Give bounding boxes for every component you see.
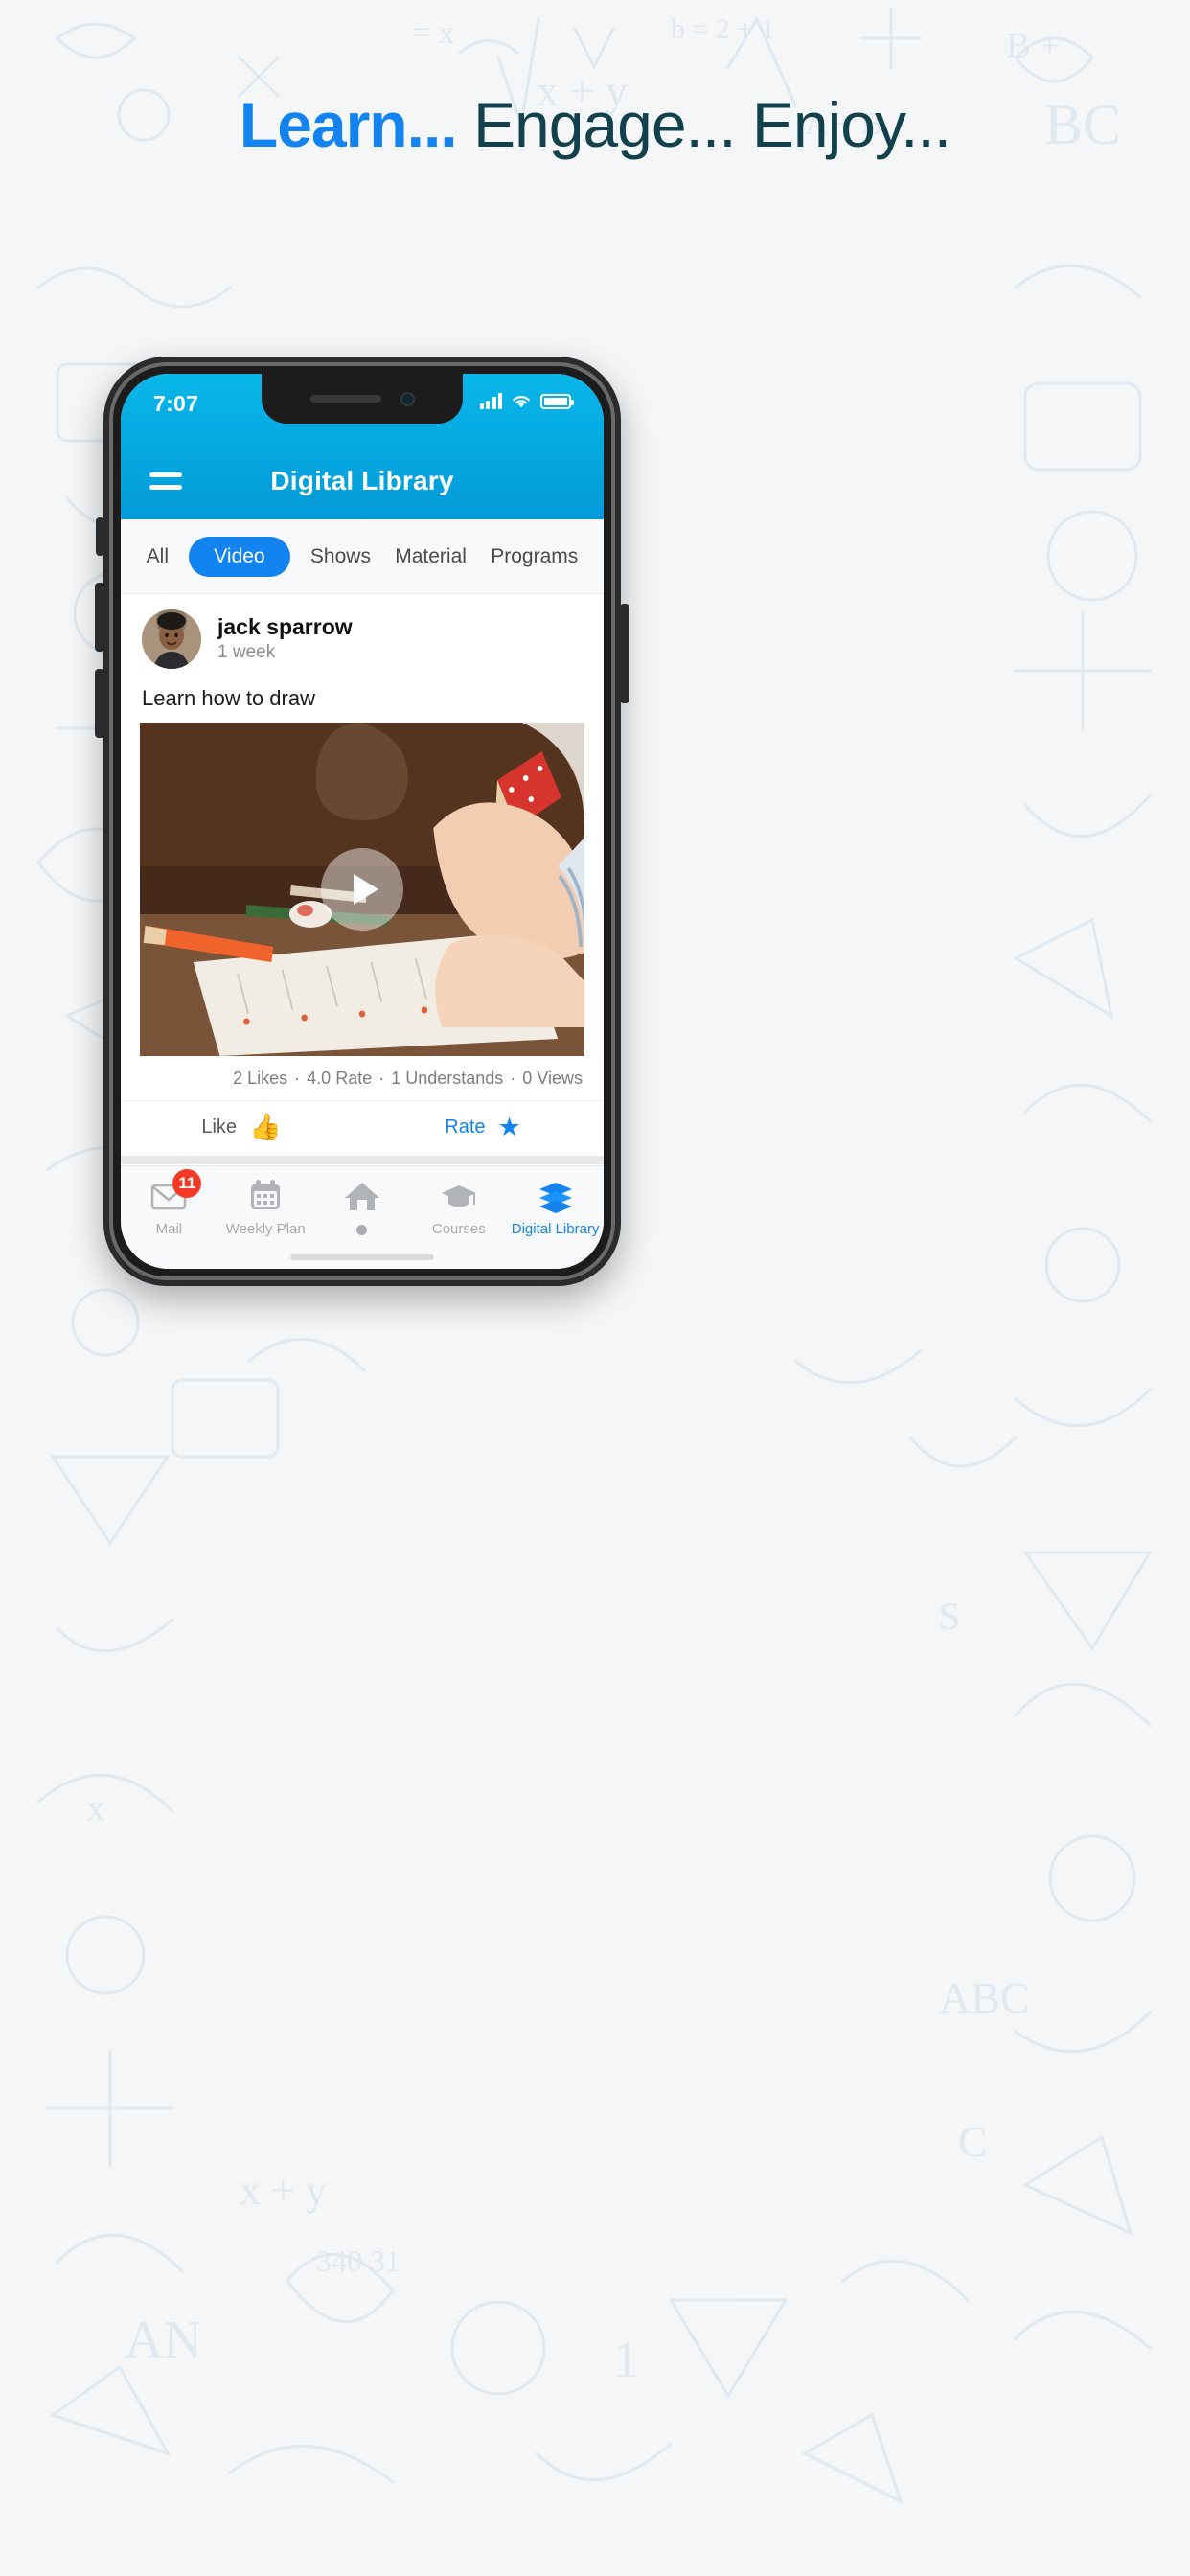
- phone-power-button: [620, 604, 629, 703]
- home-indicator: [290, 1254, 434, 1260]
- phone-notch: [262, 374, 463, 424]
- stat-separator: ·: [294, 1069, 301, 1088]
- headline-rest-text: Engage... Enjoy...: [456, 89, 951, 160]
- stat-separator: ·: [378, 1069, 385, 1088]
- nav-label-courses: Courses: [431, 1221, 486, 1237]
- svg-text:b = 2 + 1: b = 2 + 1: [671, 13, 775, 45]
- star-icon: ★: [497, 1113, 521, 1141]
- post-actions: Like 👍 Rate ★: [121, 1100, 604, 1156]
- nav-label-mail: Mail: [155, 1221, 183, 1237]
- phone-volume-up-button: [95, 583, 104, 652]
- filter-tabs: All Video Shows Material Programs: [121, 519, 604, 594]
- hamburger-menu-icon[interactable]: [149, 472, 182, 490]
- svg-text:AN: AN: [125, 2311, 202, 2370]
- svg-text:340 31: 340 31: [316, 2243, 400, 2278]
- thumbs-up-icon: 👍: [249, 1113, 282, 1141]
- stat-separator: ·: [510, 1069, 516, 1088]
- phone-volume-down-button: [95, 669, 104, 738]
- nav-item-weekly-plan[interactable]: Weekly Plan: [217, 1178, 314, 1237]
- stat-likes: 2 Likes: [233, 1069, 288, 1088]
- svg-text:ABC: ABC: [939, 1973, 1030, 2022]
- phone-mute-switch: [96, 518, 104, 556]
- tab-programs[interactable]: Programs: [487, 537, 582, 577]
- stat-rate: 4.0 Rate: [307, 1069, 373, 1088]
- rate-label: Rate: [445, 1116, 486, 1138]
- hero-headline: Learn... Engage... Enjoy...: [0, 88, 1190, 161]
- signal-bars-icon: [479, 393, 502, 409]
- earpiece-speaker: [309, 395, 381, 402]
- books-icon: [537, 1178, 575, 1214]
- post-stats: 2 Likes · 4.0 Rate · 1 Understands · 0 Views: [121, 1056, 604, 1100]
- tab-all[interactable]: All: [143, 537, 172, 577]
- stat-views: 0 Views: [522, 1069, 583, 1088]
- nav-label-digital-library: Digital Library: [511, 1221, 600, 1237]
- status-time: 7:07: [153, 391, 199, 416]
- nav-item-mail[interactable]: 11 Mail: [121, 1169, 217, 1237]
- post-header: jack sparrow 1 week: [121, 594, 604, 678]
- post-feed[interactable]: jack sparrow 1 week Learn how to draw 2 …: [121, 594, 604, 1165]
- svg-text:S: S: [939, 1595, 960, 1638]
- phone-screen: 7:07 Digital Library All Video Shows Mat…: [121, 374, 604, 1269]
- post-timestamp: 1 week: [217, 642, 276, 663]
- play-icon[interactable]: [321, 848, 403, 931]
- calendar-icon: [246, 1178, 285, 1214]
- nav-label-weekly-plan: Weekly Plan: [225, 1221, 306, 1237]
- app-header: Digital Library: [121, 443, 604, 519]
- mail-badge: 11: [172, 1169, 202, 1198]
- nav-item-home[interactable]: [314, 1178, 411, 1235]
- page-title: Digital Library: [270, 466, 454, 495]
- post-card: Tom Friedman 1 week Nations History.: [121, 1164, 604, 1165]
- wifi-icon: [513, 396, 530, 408]
- post-header: Tom Friedman 1 week: [121, 1164, 604, 1165]
- status-icons: [479, 393, 574, 409]
- phone-inner-frame: 7:07 Digital Library All Video Shows Mat…: [113, 366, 611, 1276]
- svg-text:B +: B +: [1006, 26, 1060, 66]
- graduation-cap-icon: [440, 1178, 478, 1214]
- status-bar: 7:07: [121, 374, 604, 443]
- home-active-dot: [356, 1225, 368, 1235]
- tab-shows[interactable]: Shows: [307, 537, 375, 577]
- svg-text:= x: = x: [412, 15, 455, 51]
- tab-material[interactable]: Material: [391, 537, 470, 577]
- svg-text:C: C: [958, 2117, 988, 2166]
- battery-icon: [540, 393, 574, 409]
- svg-text:x: x: [86, 1786, 105, 1829]
- mail-icon: 11: [149, 1169, 202, 1214]
- tab-video[interactable]: Video: [189, 536, 290, 577]
- svg-text:x + y: x + y: [240, 2167, 327, 2214]
- like-button[interactable]: Like 👍: [121, 1115, 362, 1140]
- like-label: Like: [201, 1116, 238, 1138]
- video-thumbnail[interactable]: [140, 723, 584, 1056]
- post-caption: Learn how to draw: [142, 686, 315, 710]
- svg-text:1: 1: [613, 2331, 639, 2388]
- post-author-name: jack sparrow: [217, 614, 353, 640]
- rate-button[interactable]: Rate ★: [362, 1115, 604, 1140]
- post-card: jack sparrow 1 week Learn how to draw 2 …: [121, 594, 604, 1156]
- front-camera: [400, 391, 415, 406]
- post-author-block: jack sparrow 1 week: [217, 613, 353, 664]
- home-icon: [343, 1178, 381, 1214]
- avatar[interactable]: [142, 610, 201, 669]
- nav-item-courses[interactable]: Courses: [410, 1178, 507, 1237]
- nav-item-digital-library[interactable]: Digital Library: [507, 1178, 604, 1237]
- stat-understands: 1 Understands: [391, 1069, 504, 1088]
- bottom-navigation-bar: 11 Mail Weekly Plan Courses Digital Libr…: [121, 1165, 604, 1269]
- phone-mockup: 7:07 Digital Library All Video Shows Mat…: [95, 356, 629, 1286]
- headline-accent-text: Learn...: [239, 89, 458, 160]
